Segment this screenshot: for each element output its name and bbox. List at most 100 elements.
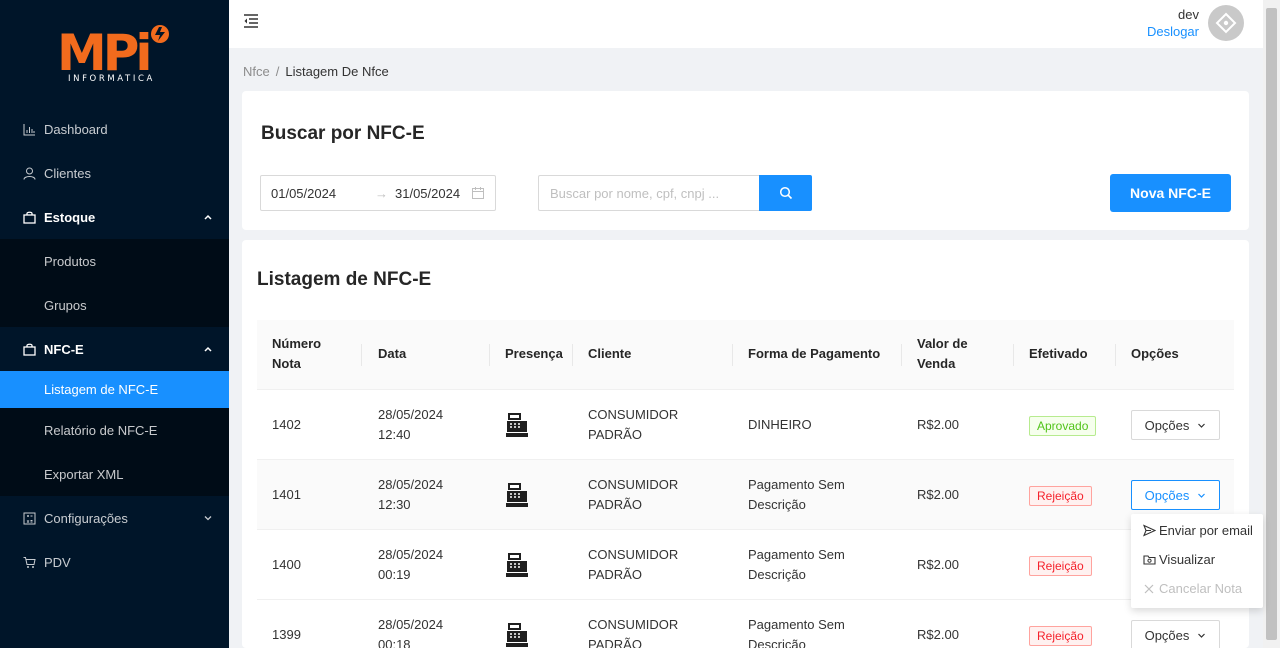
cell-valor: R$2.00 [917, 486, 959, 502]
table-row: 1402 28/05/2024 12:40 CONSUMIDOR PADRÃO … [257, 390, 1234, 460]
col-divider [361, 344, 362, 366]
list-title: Listagem de NFC-E [257, 269, 432, 290]
sidebar-item-label: Configurações [44, 510, 128, 526]
cell-numero: 1400 [272, 556, 301, 572]
sidebar-item-configuracoes[interactable]: Configurações [0, 496, 229, 540]
chevron-down-icon [1198, 493, 1206, 498]
menu-item-cancelar-nota[interactable]: Cancelar Nota [1142, 581, 1242, 596]
table-row: 1401 28/05/2024 12:30 CONSUMIDOR PADRÃO … [257, 460, 1234, 530]
shopping-bag-icon [22, 342, 36, 356]
col-efetivado[interactable]: Efetivado [1029, 344, 1088, 364]
sidebar-item-label: Produtos [44, 253, 97, 269]
col-divider [572, 344, 573, 366]
cell-data: 28/05/2024 00:18 [378, 616, 444, 648]
chevron-down-icon [1198, 633, 1206, 638]
search-button[interactable] [759, 175, 812, 211]
cash-register-icon [506, 623, 528, 647]
breadcrumb-root[interactable]: Nfce [243, 64, 270, 79]
username: dev [1178, 7, 1199, 22]
new-nfce-button[interactable]: Nova NFC-E [1110, 174, 1231, 212]
col-opcoes[interactable]: Opções [1131, 344, 1179, 364]
search-input[interactable] [538, 175, 760, 211]
col-numero[interactable]: Número Nota [272, 334, 342, 374]
sidebar-item-exportar-xml[interactable]: Exportar XML [0, 452, 229, 496]
options-button[interactable]: Opções [1131, 480, 1220, 510]
col-presenca[interactable]: Presença [505, 344, 563, 364]
menu-item-label: Visualizar [1159, 552, 1216, 567]
options-dropdown: Enviar por email Visualizar Cancelar Not… [1131, 514, 1263, 608]
cell-numero: 1402 [272, 416, 301, 432]
col-forma[interactable]: Forma de Pagamento [748, 344, 880, 364]
menu-item-visualizar[interactable]: Visualizar [1142, 552, 1215, 567]
cell-numero: 1399 [272, 626, 301, 642]
options-label: Opções [1144, 417, 1190, 433]
sidebar-item-label: Listagem de NFC-E [44, 382, 159, 397]
menu-item-enviar-email[interactable]: Enviar por email [1142, 523, 1253, 538]
avatar[interactable] [1208, 5, 1244, 41]
avatar-icon [1215, 12, 1237, 34]
sidebar-item-grupos[interactable]: Grupos [0, 283, 229, 327]
sidebar-item-estoque[interactable]: Estoque [0, 195, 229, 239]
sidebar-item-relatorio-nfce[interactable]: Relatório de NFC-E [0, 408, 229, 452]
options-label: Opções [1144, 487, 1190, 503]
date-range-picker[interactable]: 01/05/2024 → 31/05/2024 [260, 175, 496, 211]
calendar-icon [472, 187, 484, 199]
col-divider [1115, 344, 1116, 366]
status-badge: Aprovado [1029, 416, 1097, 436]
options-button[interactable]: Opções [1131, 410, 1220, 440]
status-badge: Rejeição [1029, 626, 1092, 646]
user-icon [22, 166, 36, 180]
submenu-nfce: Listagem de NFC-E Relatório de NFC-E Exp… [0, 371, 229, 496]
sidebar-item-pdv[interactable]: PDV [0, 540, 229, 584]
chevron-up-icon [204, 214, 212, 220]
scrollbar-thumb[interactable] [1266, 8, 1277, 640]
col-divider [1013, 344, 1014, 366]
menu-fold-icon[interactable] [243, 13, 259, 29]
sidebar-item-dashboard[interactable]: Dashboard [0, 107, 229, 151]
mpi-logo: MPi INFORMATICA [57, 24, 169, 84]
sidebar-item-listagem-nfce[interactable]: Listagem de NFC-E [0, 371, 229, 408]
sidebar-item-label: Exportar XML [44, 466, 124, 482]
breadcrumb-separator: / [275, 64, 280, 79]
cash-register-icon [506, 483, 528, 507]
svg-text:INFORMATICA: INFORMATICA [68, 74, 155, 84]
col-divider [732, 344, 733, 366]
cell-valor: R$2.00 [917, 416, 959, 432]
sidebar-item-nfce[interactable]: NFC-E [0, 327, 229, 371]
col-data[interactable]: Data [378, 344, 406, 364]
sidebar-item-label: Relatório de NFC-E [44, 422, 158, 438]
cell-data: 28/05/2024 00:19 [378, 546, 444, 582]
logout-link[interactable]: Deslogar [1147, 23, 1199, 40]
shopping-bag-icon [22, 210, 36, 224]
list-card: Listagem de NFC-E Número Nota Data Prese… [242, 240, 1249, 648]
chevron-up-icon [204, 346, 212, 352]
options-button[interactable]: Opções [1131, 620, 1220, 648]
cell-data: 28/05/2024 12:30 [378, 476, 444, 512]
calculator-icon [22, 511, 36, 525]
col-cliente[interactable]: Cliente [588, 344, 631, 364]
sidebar-item-label: Grupos [44, 297, 87, 313]
table-header: Número Nota Data Presença Cliente Forma … [257, 320, 1234, 390]
page-scrollbar[interactable] [1263, 0, 1280, 648]
cell-forma: Pagamento Sem Descrição [748, 546, 845, 582]
cell-valor: R$2.00 [917, 556, 959, 572]
date-range-arrow: → [375, 185, 388, 201]
date-start[interactable]: 01/05/2024 [271, 186, 375, 201]
submenu-estoque: Produtos Grupos [0, 239, 229, 327]
cell-cliente: CONSUMIDOR PADRÃO [588, 616, 679, 648]
sidebar-item-label: Dashboard [44, 121, 108, 137]
status-badge: Rejeição [1029, 556, 1092, 576]
cell-valor: R$2.00 [917, 626, 959, 642]
col-valor[interactable]: Valor de Venda [917, 334, 987, 374]
sidebar-item-produtos[interactable]: Produtos [0, 239, 229, 283]
cell-data: 28/05/2024 12:40 [378, 406, 444, 442]
col-divider [489, 344, 490, 366]
options-label: Opções [1144, 627, 1190, 643]
cell-forma: Pagamento Sem Descrição [748, 616, 845, 648]
status-badge: Rejeição [1029, 486, 1092, 506]
search-title: Buscar por NFC-E [261, 123, 425, 144]
menu-item-label: Cancelar Nota [1159, 581, 1243, 596]
cell-forma: DINHEIRO [748, 416, 812, 432]
top-header: dev Deslogar [229, 0, 1263, 48]
sidebar-item-clientes[interactable]: Clientes [0, 151, 229, 195]
